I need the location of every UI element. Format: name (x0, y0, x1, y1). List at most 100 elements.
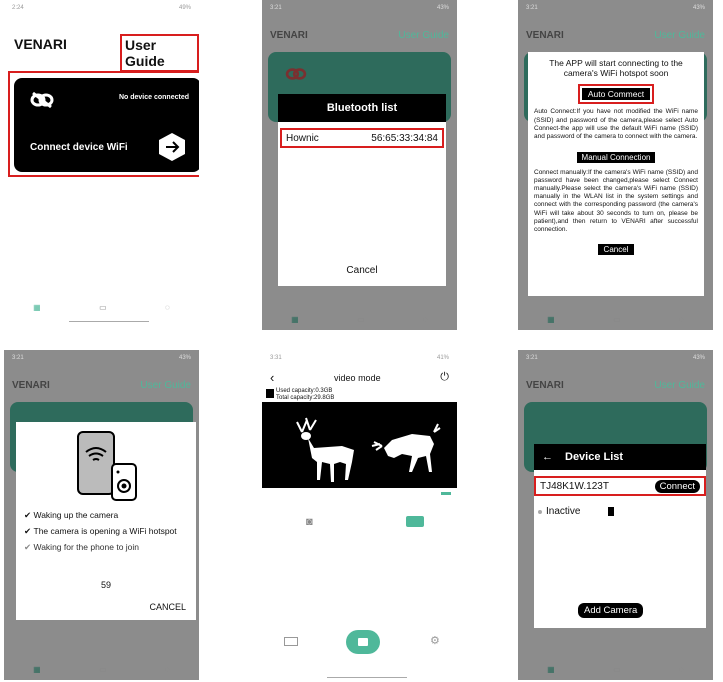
connect-dialog: The APP will start connecting to the cam… (528, 52, 704, 296)
app-bar: VENARI User Guide (526, 30, 705, 41)
status-battery: 43% (692, 5, 705, 11)
gallery-icon[interactable] (284, 637, 298, 646)
step-item: ✔ The camera is opening a WiFi hotspot (24, 526, 184, 537)
device-name: TJ48K1W.123T (540, 480, 609, 492)
auto-connect-button[interactable]: Auto Commect (577, 84, 655, 105)
phone-video-mode: 3:31 41% ‹ video mode ⏻ Used capacity:0.3… (262, 350, 457, 680)
status-battery: 43% (178, 355, 191, 361)
app-bar: VENARI User Guide (270, 30, 449, 41)
user-guide-link[interactable]: User Guide (140, 380, 191, 391)
phone-connect-mode: 3:21 43% VENARI User Guide The APP will st… (518, 0, 713, 330)
phone-camera-wifi-icon (77, 431, 137, 501)
total-capacity: Total capacity:29.8GB (276, 394, 335, 401)
record-button[interactable] (346, 630, 380, 654)
progress-indicator (441, 492, 451, 495)
sd-card-icon (266, 389, 274, 398)
used-capacity: Used capacity:0.3GB (276, 388, 333, 394)
bottom-nav: ▦ ▭ ◌ (518, 315, 713, 324)
bluetooth-device-row[interactable]: Hownic 56:65:33:34:84 (280, 128, 444, 148)
deer-silhouette-icon (296, 417, 441, 482)
cancel-button[interactable]: Cancel (597, 243, 635, 255)
nav-settings-icon[interactable]: ◌ (423, 315, 428, 324)
nav-home-icon[interactable]: ▦ (547, 315, 555, 324)
device-mac: 56:65:33:34:84 (371, 132, 438, 144)
device-list-dialog: ← Device List TJ48K1W.123T Connect Inacti… (534, 444, 706, 628)
step-label: Waking for the phone to join (33, 542, 140, 553)
nav-home-icon[interactable]: ▦ (291, 315, 299, 324)
bottom-nav: ▦ ▭ ◌ (4, 665, 199, 674)
home-indicator (327, 677, 407, 678)
check-circle-icon: ✔ (24, 542, 32, 553)
nav-settings-icon[interactable]: ◌ (165, 665, 170, 674)
phone-bluetooth: 3:21 43% VENARI User Guide Bluetooth list … (262, 0, 457, 330)
dialog-title: Device List (565, 451, 624, 463)
device-row: TJ48K1W.123T Connect (534, 476, 706, 496)
check-circle-icon: ✔ (24, 526, 32, 537)
status-battery: 49% (178, 5, 191, 11)
connect-wifi-label: Connect device WiFi (30, 142, 128, 153)
video-camera-icon[interactable] (406, 516, 424, 527)
camera-icon[interactable]: ◙ (306, 516, 313, 528)
manual-connect-button[interactable]: Manual Connection (576, 151, 656, 163)
status-time: 3:21 (12, 355, 24, 361)
device-card: No device connected Connect device WiFi (14, 78, 199, 172)
app-brand: VENARI (14, 36, 67, 52)
status-bar: 3:21 43% (12, 355, 191, 361)
power-icon[interactable]: ⏻ (440, 371, 449, 384)
nav-settings-icon[interactable]: ◌ (165, 303, 170, 312)
user-guide-link[interactable]: User Guide (654, 30, 705, 41)
status-time: 2:24 (12, 5, 24, 11)
dialog-intro: The APP will start connecting to the cam… (549, 58, 683, 79)
link-off-icon (30, 91, 54, 109)
status-battery: 43% (692, 355, 705, 361)
step-label: The camera is opening a WiFi hotspot (33, 526, 177, 537)
bluetooth-dialog: Bluetooth list Hownic 56:65:33:34:84 Canc… (278, 94, 446, 286)
status-time: 3:31 (270, 355, 282, 361)
arrow-right-icon[interactable] (157, 132, 187, 162)
status-time: 3:21 (526, 355, 538, 361)
device-status: Inactive (538, 506, 615, 517)
back-icon[interactable]: ‹ (270, 370, 274, 385)
nav-gallery-icon[interactable]: ▭ (613, 315, 621, 324)
add-camera-button[interactable]: Add Camera (578, 603, 644, 618)
status-bar: 3:21 43% (270, 5, 449, 11)
user-guide-link[interactable]: User Guide (398, 30, 449, 41)
status-dot-icon (538, 509, 542, 514)
no-device-label: No device connected (118, 94, 189, 101)
status-battery: 41% (436, 355, 449, 361)
phone-waking: 3:21 43% VENARI User Guide ✔ Waking up the… (4, 350, 199, 680)
phone-home: 2:24 49% VENARI User Guide No device conn… (4, 0, 199, 330)
nav-home-icon[interactable]: ▦ (33, 303, 41, 312)
status-label: Inactive (546, 506, 581, 517)
nav-home-icon[interactable]: ▦ (547, 665, 555, 674)
cancel-button[interactable]: CANCEL (149, 602, 186, 612)
back-arrow-icon[interactable]: ← (542, 451, 553, 463)
video-preview[interactable] (262, 402, 457, 488)
status-bar: 3:21 43% (526, 5, 705, 11)
dialog-header: ← Device List (534, 444, 706, 470)
step-label: Waking up the camera (33, 510, 119, 520)
user-guide-link[interactable]: User Guide (120, 34, 199, 72)
status-time: 3:21 (270, 5, 282, 11)
phone-device-list: 3:21 43% VENARI User Guide ← Device List TJ… (518, 350, 713, 680)
app-brand: VENARI (12, 380, 50, 391)
settings-gear-icon[interactable]: ⚙ (430, 634, 440, 647)
nav-gallery-icon[interactable]: ▭ (613, 665, 621, 674)
manual-connect-text: Connect manually:If the camera's WiFi na… (534, 168, 698, 233)
cancel-button[interactable]: Cancel (278, 265, 446, 276)
sd-card-icon (608, 507, 615, 516)
nav-gallery-icon[interactable]: ▭ (357, 315, 365, 324)
nav-settings-icon[interactable]: ◌ (679, 315, 684, 324)
nav-home-icon[interactable]: ▦ (33, 665, 41, 674)
user-guide-link[interactable]: User Guide (654, 380, 705, 391)
waking-dialog: ✔ Waking up the camera ✔ The camera is o… (16, 422, 196, 620)
screen-title: video mode (334, 372, 381, 383)
nav-gallery-icon[interactable]: ▭ (99, 665, 107, 674)
connect-button[interactable]: Connect (654, 479, 700, 493)
countdown: 59 (100, 580, 111, 590)
nav-gallery-icon[interactable]: ▭ (99, 303, 107, 312)
step-item: ✔ Waking up the camera (24, 510, 184, 521)
check-circle-icon: ✔ (24, 510, 32, 520)
nav-settings-icon[interactable]: ◌ (679, 665, 684, 674)
status-battery: 43% (436, 5, 449, 11)
